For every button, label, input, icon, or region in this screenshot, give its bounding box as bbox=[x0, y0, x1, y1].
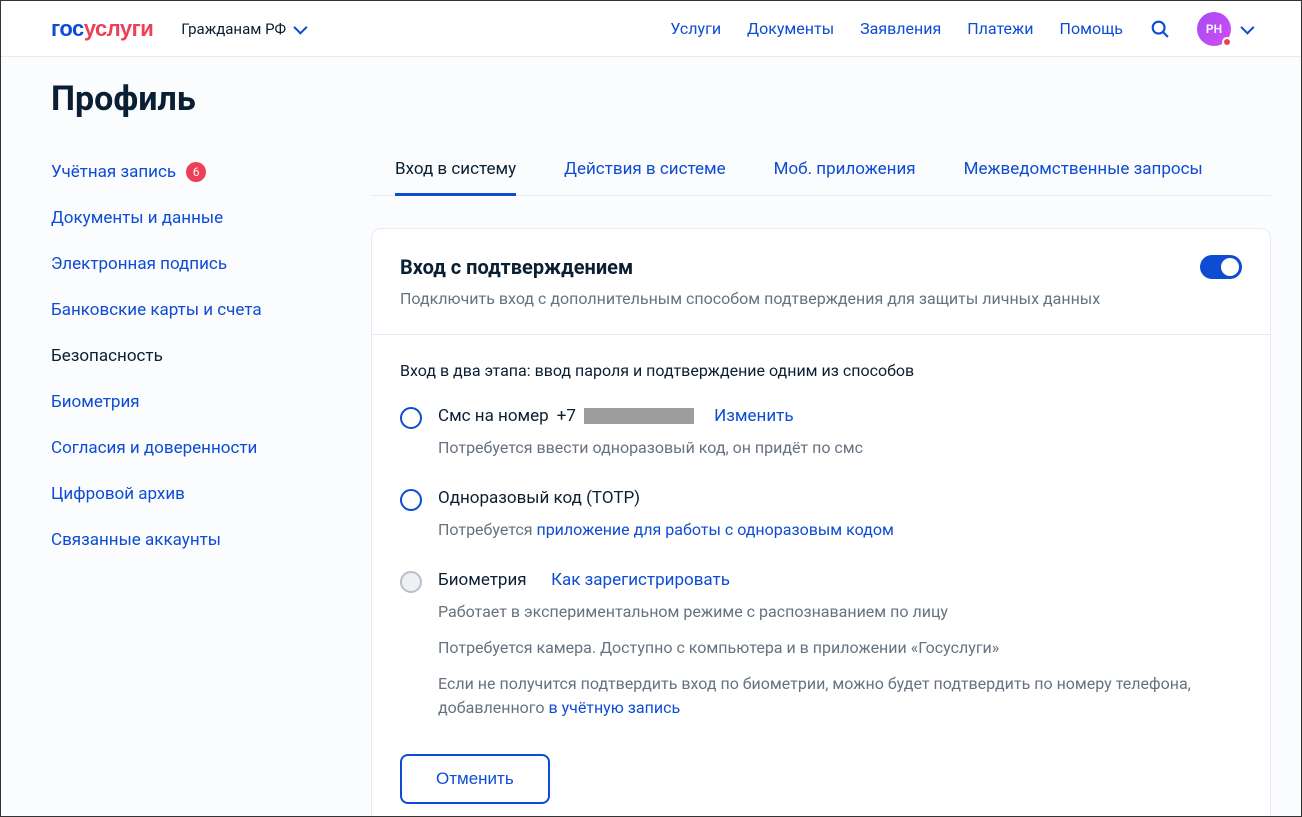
radio-sms[interactable] bbox=[400, 407, 422, 429]
phone-mask bbox=[584, 408, 694, 424]
top-nav: Услуги Документы Заявления Платежи Помощ… bbox=[670, 12, 1251, 46]
option-desc: Потребуется ввести одноразовый код, он п… bbox=[438, 436, 1242, 460]
sidebar-item-esign[interactable]: Электронная подпись bbox=[51, 241, 331, 287]
sidebar-item-security: Безопасность bbox=[51, 333, 331, 379]
radio-totp[interactable] bbox=[400, 489, 422, 511]
audience-selector[interactable]: Гражданам РФ bbox=[181, 20, 304, 38]
chevron-down-icon bbox=[293, 20, 307, 34]
divider bbox=[372, 334, 1270, 335]
option-desc: Потребуется камера. Доступно с компьютер… bbox=[438, 636, 1242, 660]
nav-link[interactable]: Платежи bbox=[967, 19, 1033, 38]
card-title: Вход с подтверждением bbox=[400, 255, 1100, 279]
sidebar: Учётная запись 6 Документы и данные Элек… bbox=[51, 149, 331, 817]
tab-login[interactable]: Вход в систему bbox=[395, 149, 516, 195]
account-link[interactable]: в учётную запись bbox=[548, 698, 680, 717]
tabs: Вход в систему Действия в системе Моб. п… bbox=[371, 149, 1271, 196]
nav-link[interactable]: Услуги bbox=[670, 19, 721, 38]
tab-actions[interactable]: Действия в системе bbox=[564, 149, 725, 195]
sidebar-item-label: Банковские карты и счета bbox=[51, 300, 262, 320]
option-desc: Работает в экспериментальном режиме с ра… bbox=[438, 600, 1242, 624]
biometry-howto-link[interactable]: Как зарегистрировать bbox=[551, 570, 730, 590]
user-menu[interactable]: РН bbox=[1197, 12, 1251, 46]
sidebar-item-documents[interactable]: Документы и данные bbox=[51, 195, 331, 241]
option-totp: Одноразовый код (TOTP) Потребуется прило… bbox=[400, 488, 1242, 542]
option-biometry: Биометрия Как зарегистрировать Работает … bbox=[400, 570, 1242, 720]
badge: 6 bbox=[186, 162, 206, 182]
confirmation-toggle[interactable] bbox=[1200, 255, 1242, 279]
logo-part1: гос bbox=[51, 16, 84, 41]
sidebar-item-label: Связанные аккаунты bbox=[51, 530, 221, 550]
cancel-button[interactable]: Отменить bbox=[400, 754, 550, 804]
sidebar-item-linked[interactable]: Связанные аккаунты bbox=[51, 517, 331, 563]
option-label: Биометрия bbox=[438, 570, 527, 590]
option-desc: Если не получится подтвердить вход по би… bbox=[438, 672, 1242, 720]
toggle-knob-icon bbox=[1221, 258, 1239, 276]
page-title: Профиль bbox=[1, 57, 1301, 129]
option-desc: Потребуется приложение для работы с одно… bbox=[438, 518, 1242, 542]
sidebar-item-archive[interactable]: Цифровой архив bbox=[51, 471, 331, 517]
card-desc: Подключить вход с дополнительным способо… bbox=[400, 289, 1100, 308]
audience-label: Гражданам РФ bbox=[181, 20, 286, 38]
sidebar-item-label: Электронная подпись bbox=[51, 254, 227, 274]
tab-requests[interactable]: Межведомственные запросы bbox=[964, 149, 1203, 195]
method-intro: Вход в два этапа: ввод пароля и подтверж… bbox=[400, 361, 1242, 380]
radio-biometry bbox=[400, 571, 422, 593]
confirmation-card: Вход с подтверждением Подключить вход с … bbox=[371, 228, 1271, 817]
desc-text: Потребуется bbox=[438, 520, 536, 539]
nav-link[interactable]: Помощь bbox=[1060, 19, 1123, 38]
sidebar-item-biometrics[interactable]: Биометрия bbox=[51, 379, 331, 425]
chevron-down-icon bbox=[1240, 20, 1254, 34]
notification-dot-icon bbox=[1222, 37, 1232, 47]
sidebar-item-label: Безопасность bbox=[51, 346, 163, 366]
sidebar-item-account[interactable]: Учётная запись 6 bbox=[51, 149, 331, 195]
option-sms: Смс на номер +7 Изменить Потребуется вве… bbox=[400, 406, 1242, 460]
sidebar-item-consents[interactable]: Согласия и доверенности bbox=[51, 425, 331, 471]
logo[interactable]: госуслуги bbox=[51, 16, 153, 42]
search-icon[interactable] bbox=[1149, 18, 1171, 40]
tab-apps[interactable]: Моб. приложения bbox=[774, 149, 916, 195]
main-content: Вход в систему Действия в системе Моб. п… bbox=[371, 149, 1271, 817]
avatar-initials: РН bbox=[1206, 22, 1222, 36]
sidebar-item-cards[interactable]: Банковские карты и счета bbox=[51, 287, 331, 333]
sidebar-item-label: Согласия и доверенности bbox=[51, 438, 257, 458]
sidebar-item-label: Биометрия bbox=[51, 392, 140, 412]
nav-link[interactable]: Заявления bbox=[860, 19, 941, 38]
sidebar-item-label: Учётная запись bbox=[51, 162, 176, 182]
header: госуслуги Гражданам РФ Услуги Документы … bbox=[1, 1, 1301, 57]
nav-link[interactable]: Документы bbox=[747, 19, 834, 38]
logo-part2: услуги bbox=[84, 16, 154, 41]
option-label: Смс на номер bbox=[438, 406, 549, 426]
option-label: Одноразовый код (TOTP) bbox=[438, 488, 640, 508]
totp-app-link[interactable]: приложение для работы с одноразовым кодо… bbox=[536, 520, 893, 539]
avatar: РН bbox=[1197, 12, 1231, 46]
sidebar-item-label: Цифровой архив bbox=[51, 484, 185, 504]
change-phone-link[interactable]: Изменить bbox=[714, 406, 793, 426]
sidebar-item-label: Документы и данные bbox=[51, 208, 223, 228]
phone-prefix: +7 bbox=[557, 406, 576, 426]
